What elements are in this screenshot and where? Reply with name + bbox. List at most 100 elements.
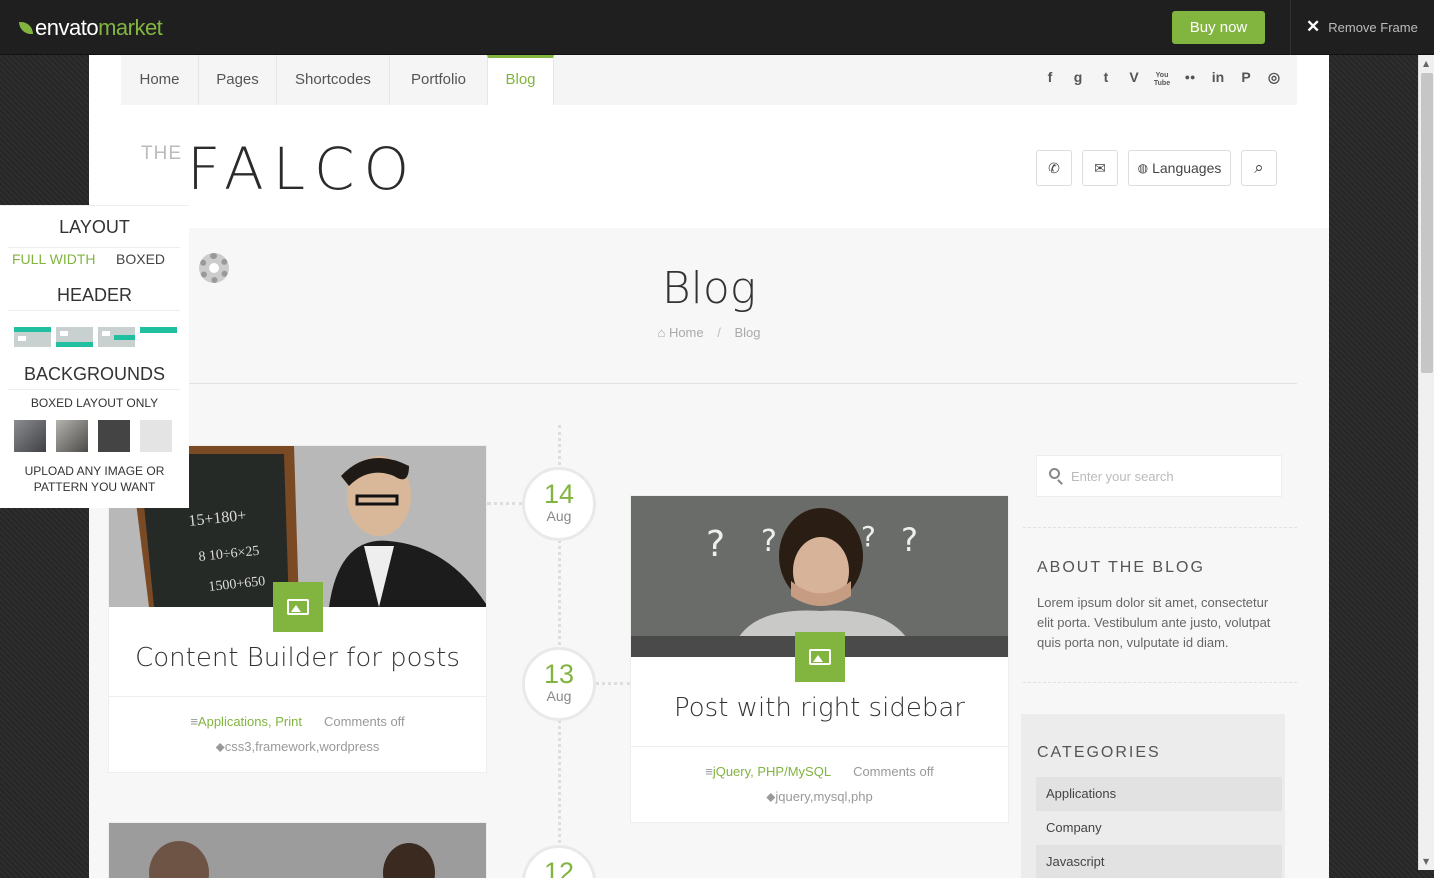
- nav-shortcodes[interactable]: Shortcodes: [276, 55, 389, 105]
- home-icon: ⌂: [657, 325, 666, 340]
- languages-button[interactable]: ◍ Languages: [1128, 150, 1231, 186]
- breadcrumb-current: Blog: [734, 325, 761, 340]
- about-text: Lorem ipsum dolor sit amet, consectetur …: [1037, 595, 1271, 650]
- background-image-2-option[interactable]: [56, 420, 88, 452]
- categories-heading: CATEGORIES: [1037, 744, 1161, 761]
- flickr-icon[interactable]: ●●: [1179, 72, 1201, 82]
- timeline-connector: [487, 502, 523, 505]
- switcher-divider: [8, 310, 180, 311]
- google-icon[interactable]: g: [1067, 69, 1089, 85]
- scroll-down-arrow-icon[interactable]: ▼: [1423, 857, 1429, 866]
- phone-button[interactable]: ✆: [1036, 150, 1072, 186]
- svg-text:?: ?: [861, 520, 876, 553]
- layout-boxed-option[interactable]: BOXED: [116, 251, 165, 267]
- site-logo[interactable]: FALCO: [187, 135, 418, 203]
- post-title[interactable]: Content Builder for posts: [109, 643, 486, 673]
- switcher-divider: [8, 247, 180, 248]
- category-item[interactable]: Company: [1036, 811, 1282, 845]
- close-icon: ✕: [1306, 17, 1321, 36]
- dribbble-icon[interactable]: ◎: [1263, 69, 1285, 86]
- image-format-badge: [795, 632, 845, 682]
- date-month: Aug: [546, 688, 572, 704]
- breadcrumb-home[interactable]: Home: [669, 325, 704, 340]
- date-day: 12: [543, 857, 575, 878]
- buy-now-button[interactable]: Buy now: [1172, 11, 1265, 44]
- search-icon: [1049, 468, 1060, 479]
- upload-note-line2: PATTERN YOU WANT: [33, 480, 156, 494]
- youtube-icon[interactable]: You Tube: [1151, 72, 1173, 88]
- category-icon: ≡: [190, 714, 198, 729]
- boxed-only-note: BOXED LAYOUT ONLY: [30, 396, 159, 410]
- category-icon: ≡: [705, 764, 713, 779]
- email-button[interactable]: ✉: [1082, 150, 1118, 186]
- header-style-1-option[interactable]: [14, 327, 51, 347]
- pinterest-icon[interactable]: P: [1235, 69, 1257, 85]
- category-item[interactable]: Javascript: [1036, 845, 1282, 878]
- envato-market-logo[interactable]: envato market: [18, 14, 163, 42]
- header-style-4-option[interactable]: [140, 327, 177, 347]
- top-navigation: Home Pages Shortcodes Portfolio Blog f g…: [121, 55, 1297, 105]
- nav-home[interactable]: Home: [121, 55, 198, 105]
- backgrounds-heading: BACKGROUNDS: [23, 364, 166, 384]
- post-comments: Comments off: [853, 764, 934, 779]
- envato-wordmark: envato: [35, 15, 99, 40]
- blog-post-card: ? ? ? ? Post with right sidebar ≡jQuery,…: [630, 495, 1009, 823]
- image-icon: [809, 649, 831, 665]
- post-divider: [631, 746, 1008, 747]
- about-heading: ABOUT THE BLOG: [1037, 559, 1205, 576]
- page-container: Home Pages Shortcodes Portfolio Blog f g…: [89, 55, 1329, 878]
- date-badge: 13 Aug: [522, 647, 596, 721]
- post-tag-list[interactable]: css3,framework,wordpress: [225, 739, 380, 754]
- vimeo-icon[interactable]: V: [1123, 69, 1145, 85]
- nav-portfolio[interactable]: Portfolio: [389, 55, 487, 105]
- page-title: Blog: [661, 263, 757, 314]
- date-day: 13: [543, 659, 575, 689]
- search-icon: ⌕: [1254, 158, 1264, 177]
- nav-blog[interactable]: Blog: [487, 55, 554, 105]
- post-title[interactable]: Post with right sidebar: [631, 693, 1008, 723]
- post-tag-list[interactable]: jquery,mysql,php: [775, 789, 872, 804]
- image-icon: [287, 599, 309, 615]
- post-categories[interactable]: jQuery, PHP/MySQL: [713, 764, 831, 779]
- nav-pages[interactable]: Pages: [198, 55, 276, 105]
- svg-text:?: ?: [706, 524, 725, 565]
- phone-icon: ✆: [1048, 159, 1060, 176]
- svg-text:?: ?: [901, 521, 918, 559]
- switcher-divider: [8, 389, 180, 390]
- remove-frame-button[interactable]: ✕ Remove Frame: [1306, 17, 1418, 37]
- linkedin-icon[interactable]: in: [1207, 69, 1229, 85]
- post-tags: ⬥css3,framework,wordpress: [109, 739, 486, 755]
- breadcrumb: ⌂ Home / Blog: [89, 325, 1329, 340]
- facebook-icon[interactable]: f: [1039, 69, 1061, 85]
- date-month: Aug: [546, 508, 572, 524]
- page-scrollbar[interactable]: ▲ ▼: [1418, 55, 1434, 870]
- header-heading: HEADER: [56, 285, 132, 305]
- category-item[interactable]: Applications: [1036, 777, 1282, 811]
- layout-full-width-option[interactable]: FULL WIDTH: [12, 251, 95, 267]
- background-pattern-light-option[interactable]: [140, 420, 172, 452]
- tag-icon: ⬥: [215, 739, 225, 754]
- remove-frame-label: Remove Frame: [1328, 19, 1418, 35]
- globe-icon: ◍: [1137, 161, 1149, 175]
- frame-divider: [1290, 0, 1291, 55]
- search-input[interactable]: [1071, 466, 1271, 486]
- background-pattern-dark-option[interactable]: [98, 420, 130, 452]
- post-image[interactable]: [109, 823, 486, 878]
- background-image-1-option[interactable]: [14, 420, 46, 452]
- layout-heading: LAYOUT: [59, 217, 130, 237]
- blog-post-card: [108, 822, 487, 878]
- search-button[interactable]: ⌕: [1241, 150, 1277, 186]
- post-categories[interactable]: Applications, Print: [198, 714, 302, 729]
- header-style-2-option[interactable]: [56, 327, 93, 347]
- sidebar-divider: [1023, 527, 1297, 528]
- breadcrumb-separator: /: [717, 325, 721, 340]
- envato-leaf-icon: [18, 20, 34, 36]
- scroll-up-arrow-icon[interactable]: ▲: [1423, 59, 1429, 68]
- envato-frame-bar: envato market Buy now ✕ Remove Frame: [0, 0, 1434, 55]
- scroll-thumb[interactable]: [1421, 73, 1433, 373]
- post-divider: [109, 696, 486, 697]
- twitter-icon[interactable]: t: [1095, 69, 1117, 85]
- post-tags: ⬥jquery,mysql,php: [631, 789, 1008, 805]
- mail-icon: ✉: [1094, 159, 1106, 176]
- header-style-3-option[interactable]: [98, 327, 135, 347]
